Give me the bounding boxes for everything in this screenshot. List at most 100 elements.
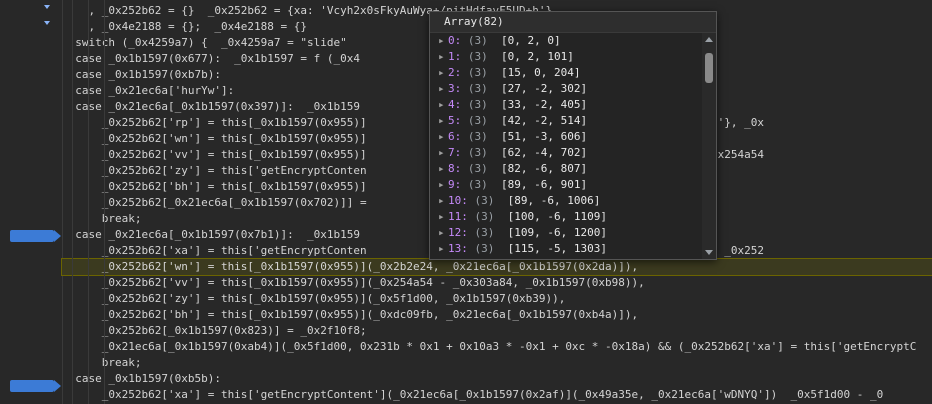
index-colon: : xyxy=(454,178,468,191)
code-line[interactable]: _0x252b62['vv'] = this[_0x1b1597(0x955)]… xyxy=(62,275,932,291)
expand-triangle-icon[interactable]: ▸ xyxy=(438,161,448,177)
array-index: 3 xyxy=(448,82,455,95)
scroll-thumb[interactable] xyxy=(705,53,713,83)
array-length: (3) xyxy=(467,162,488,175)
code-line[interactable]: break; xyxy=(62,355,932,371)
index-colon: : xyxy=(461,226,475,239)
index-colon: : xyxy=(454,162,468,175)
array-value: [109, -6, 1200] xyxy=(507,226,607,239)
array-item-row[interactable]: ▸ 7: (3) [62, -4, 702] xyxy=(430,145,702,161)
code-line-current[interactable]: _0x252b62['wn'] = this[_0x1b1597(0x955)]… xyxy=(61,258,932,276)
array-index: 2 xyxy=(448,66,455,79)
index-colon: : xyxy=(454,114,468,127)
array-length: (3) xyxy=(474,242,495,255)
array-length: (3) xyxy=(467,98,488,111)
code-line[interactable]: _0x252b62[_0x1b1597(0x823)] = _0x2f10f8; xyxy=(62,323,932,339)
expand-triangle-icon[interactable]: ▸ xyxy=(438,225,448,241)
array-item-row[interactable]: ▸ 11: (3) [100, -6, 1109] xyxy=(430,209,702,225)
array-index: 13 xyxy=(448,242,462,255)
line-gutter[interactable] xyxy=(0,0,63,404)
code-line[interactable]: case _0x1b1597(0xb5b): xyxy=(62,371,932,387)
array-item-row[interactable]: ▸ 5: (3) [42, -2, 514] xyxy=(430,113,702,129)
scroll-up-icon[interactable] xyxy=(705,37,713,42)
array-item-row[interactable]: ▸ 1: (3) [0, 2, 101] xyxy=(430,49,702,65)
index-colon: : xyxy=(454,66,468,79)
code-line[interactable]: _0x252b62['xa'] = this['getEncryptConten… xyxy=(62,387,932,403)
expand-triangle-icon[interactable]: ▸ xyxy=(438,177,448,193)
code-line[interactable]: _0x252b62['bh'] = this[_0x1b1597(0x955)]… xyxy=(62,307,932,323)
expand-triangle-icon[interactable]: ▸ xyxy=(438,241,448,257)
breakpoint-marker[interactable] xyxy=(10,380,61,392)
fold-arrow-icon[interactable] xyxy=(44,5,50,9)
array-value: [51, -3, 606] xyxy=(501,130,588,143)
index-colon: : xyxy=(454,98,468,111)
array-length: (3) xyxy=(467,82,488,95)
array-index: 4 xyxy=(448,98,455,111)
array-value: [27, -2, 302] xyxy=(501,82,588,95)
array-value: [42, -2, 514] xyxy=(501,114,588,127)
array-index: 6 xyxy=(448,130,455,143)
popover-scrollbar[interactable] xyxy=(702,33,716,259)
expand-triangle-icon[interactable]: ▸ xyxy=(438,97,448,113)
array-item-row[interactable]: ▸ 9: (3) [89, -6, 901] xyxy=(430,177,702,193)
scroll-down-icon[interactable] xyxy=(705,250,713,255)
array-value: [0, 2, 0] xyxy=(501,34,561,47)
array-length: (3) xyxy=(474,210,495,223)
array-index: 1 xyxy=(448,50,455,63)
index-colon: : xyxy=(454,82,468,95)
array-length: (3) xyxy=(474,226,495,239)
code-line[interactable]: _0x21ec6a[_0x1b1597(0xab4)](_0x5f1d00, 0… xyxy=(62,339,932,355)
array-value: [62, -4, 702] xyxy=(501,146,588,159)
expand-triangle-icon[interactable]: ▸ xyxy=(438,145,448,161)
indent-guide xyxy=(88,0,89,404)
array-item-row[interactable]: ▸ 10: (3) [89, -6, 1006] xyxy=(430,193,702,209)
array-item-row[interactable]: ▸ 3: (3) [27, -2, 302] xyxy=(430,81,702,97)
expand-triangle-icon[interactable]: ▸ xyxy=(438,49,448,65)
index-colon: : xyxy=(454,50,468,63)
array-index: 7 xyxy=(448,146,455,159)
array-item-row[interactable]: ▸ 6: (3) [51, -3, 606] xyxy=(430,129,702,145)
expand-triangle-icon[interactable]: ▸ xyxy=(438,65,448,81)
indent-guide xyxy=(104,0,105,404)
code-line[interactable]: _0x252b62['zy'] = this[_0x1b1597(0x955)]… xyxy=(62,291,932,307)
array-value: [89, -6, 901] xyxy=(501,178,588,191)
expand-triangle-icon[interactable]: ▸ xyxy=(438,209,448,225)
array-item-row[interactable]: ▸ 4: (3) [33, -2, 405] xyxy=(430,97,702,113)
breakpoint-marker[interactable] xyxy=(10,230,61,242)
expand-triangle-icon[interactable]: ▸ xyxy=(438,33,448,49)
array-item-row[interactable]: ▸ 8: (3) [82, -6, 807] xyxy=(430,161,702,177)
array-item-row[interactable]: ▸ 13: (3) [115, -5, 1303] xyxy=(430,241,702,257)
array-inspector-popover[interactable]: Array(82) ▸ 0: (3) [0, 2, 0] ▸ 1: (3) [0, 2… xyxy=(429,11,717,260)
array-value: [0, 2, 101] xyxy=(501,50,574,63)
expand-triangle-icon[interactable]: ▸ xyxy=(438,193,448,209)
index-colon: : xyxy=(461,194,475,207)
array-length: (3) xyxy=(467,66,488,79)
fold-arrow-icon[interactable] xyxy=(44,21,50,25)
array-index: 8 xyxy=(448,162,455,175)
index-colon: : xyxy=(454,130,468,143)
expand-triangle-icon[interactable]: ▸ xyxy=(438,129,448,145)
array-length: (3) xyxy=(474,194,495,207)
expand-triangle-icon[interactable]: ▸ xyxy=(438,81,448,97)
array-length: (3) xyxy=(467,34,488,47)
index-colon: : xyxy=(461,210,475,223)
array-item-row[interactable]: ▸ 0: (3) [0, 2, 0] xyxy=(430,33,702,49)
array-item-row[interactable]: ▸ 12: (3) [109, -6, 1200] xyxy=(430,225,702,241)
array-value: [100, -6, 1109] xyxy=(507,210,607,223)
index-colon: : xyxy=(454,146,468,159)
array-item-row[interactable]: ▸ 2: (3) [15, 0, 204] xyxy=(430,65,702,81)
array-length: (3) xyxy=(467,50,488,63)
array-items-list[interactable]: ▸ 0: (3) [0, 2, 0] ▸ 1: (3) [0, 2, 101] ▸ 2: … xyxy=(430,33,702,259)
expand-triangle-icon[interactable]: ▸ xyxy=(438,113,448,129)
